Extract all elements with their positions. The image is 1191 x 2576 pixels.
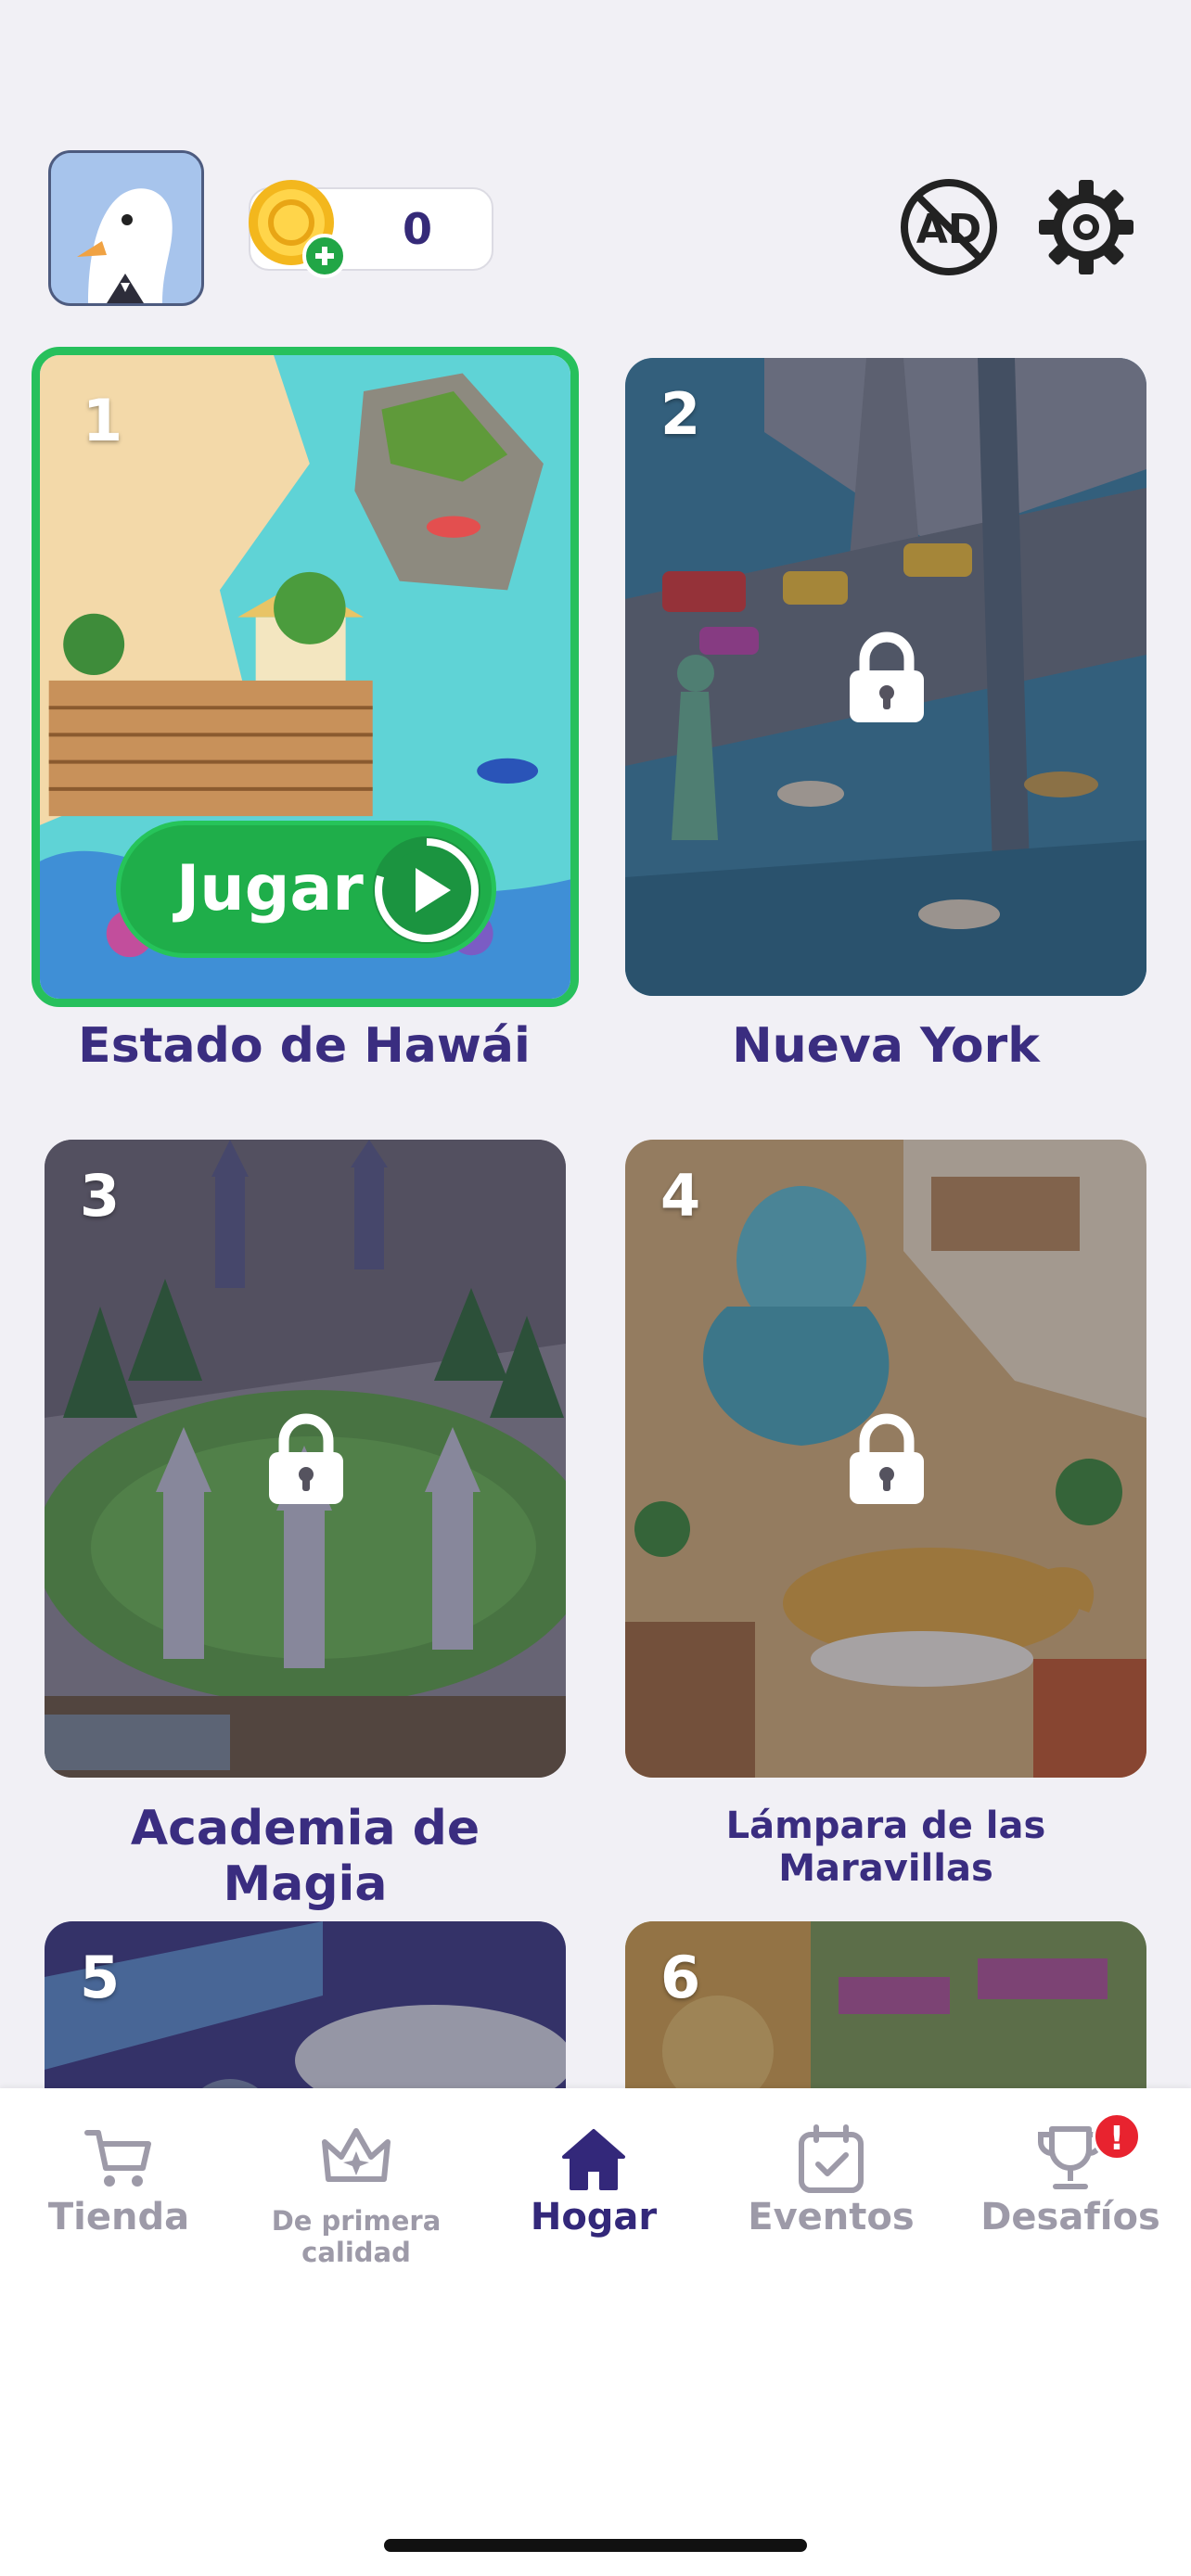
level-title: Lámpara de las Maravillas (725, 1804, 1046, 1890)
tab-label: De primera calidad (271, 2205, 442, 2268)
lock-icon (850, 631, 924, 722)
cart-icon (84, 2130, 151, 2187)
tab-shop[interactable]: Tienda (0, 2103, 237, 2261)
level-card-hawaii[interactable]: 1 Jugar (32, 347, 579, 1007)
level-number: 5 (80, 1944, 121, 2011)
lock-icon (850, 1413, 924, 1504)
crown-icon (322, 2128, 391, 2182)
home-indicator[interactable] (384, 2539, 807, 2552)
play-label: Jugar (176, 852, 364, 925)
level-card-magic-academy[interactable]: 3 (45, 1140, 566, 1778)
play-button[interactable]: Jugar (116, 821, 496, 958)
gear-icon[interactable] (1035, 176, 1137, 278)
level-card-wonder-lamp[interactable]: 4 (625, 1140, 1146, 1778)
level-number: 6 (660, 1944, 701, 2011)
level-title: Academia de Magia (130, 1801, 480, 1912)
home-icon (562, 2129, 625, 2190)
level-number: 1 (83, 387, 123, 454)
tab-label: Desafíos (980, 2196, 1160, 2238)
coin-plus-icon[interactable] (245, 176, 347, 278)
tab-challenges[interactable]: ! Desafíos (952, 2103, 1189, 2261)
level-title: Estado de Hawái (78, 1018, 531, 1074)
no-ads-icon[interactable]: AD (898, 176, 1000, 278)
calendar-icon (799, 2124, 864, 2193)
level-number: 3 (80, 1162, 121, 1230)
tab-premium[interactable]: De primera calidad (237, 2103, 475, 2268)
tab-label: Hogar (530, 2196, 658, 2238)
tab-label: Tienda (47, 2196, 190, 2238)
level-title: Nueva York (732, 1018, 1040, 1074)
tab-home[interactable]: Hogar (475, 2103, 712, 2261)
coin-count: 0 (402, 204, 432, 254)
level-number: 4 (660, 1162, 701, 1230)
goose-avatar-icon (51, 153, 201, 303)
profile-avatar-button[interactable] (48, 150, 204, 306)
notification-badge: ! (1093, 2112, 1141, 2161)
tab-events[interactable]: Eventos (712, 2103, 950, 2261)
level-number: 2 (660, 380, 701, 448)
level-card-new-york[interactable]: 2 (625, 358, 1146, 996)
tab-label: Eventos (748, 2196, 915, 2238)
play-icon (373, 836, 480, 944)
lock-icon (269, 1413, 343, 1504)
